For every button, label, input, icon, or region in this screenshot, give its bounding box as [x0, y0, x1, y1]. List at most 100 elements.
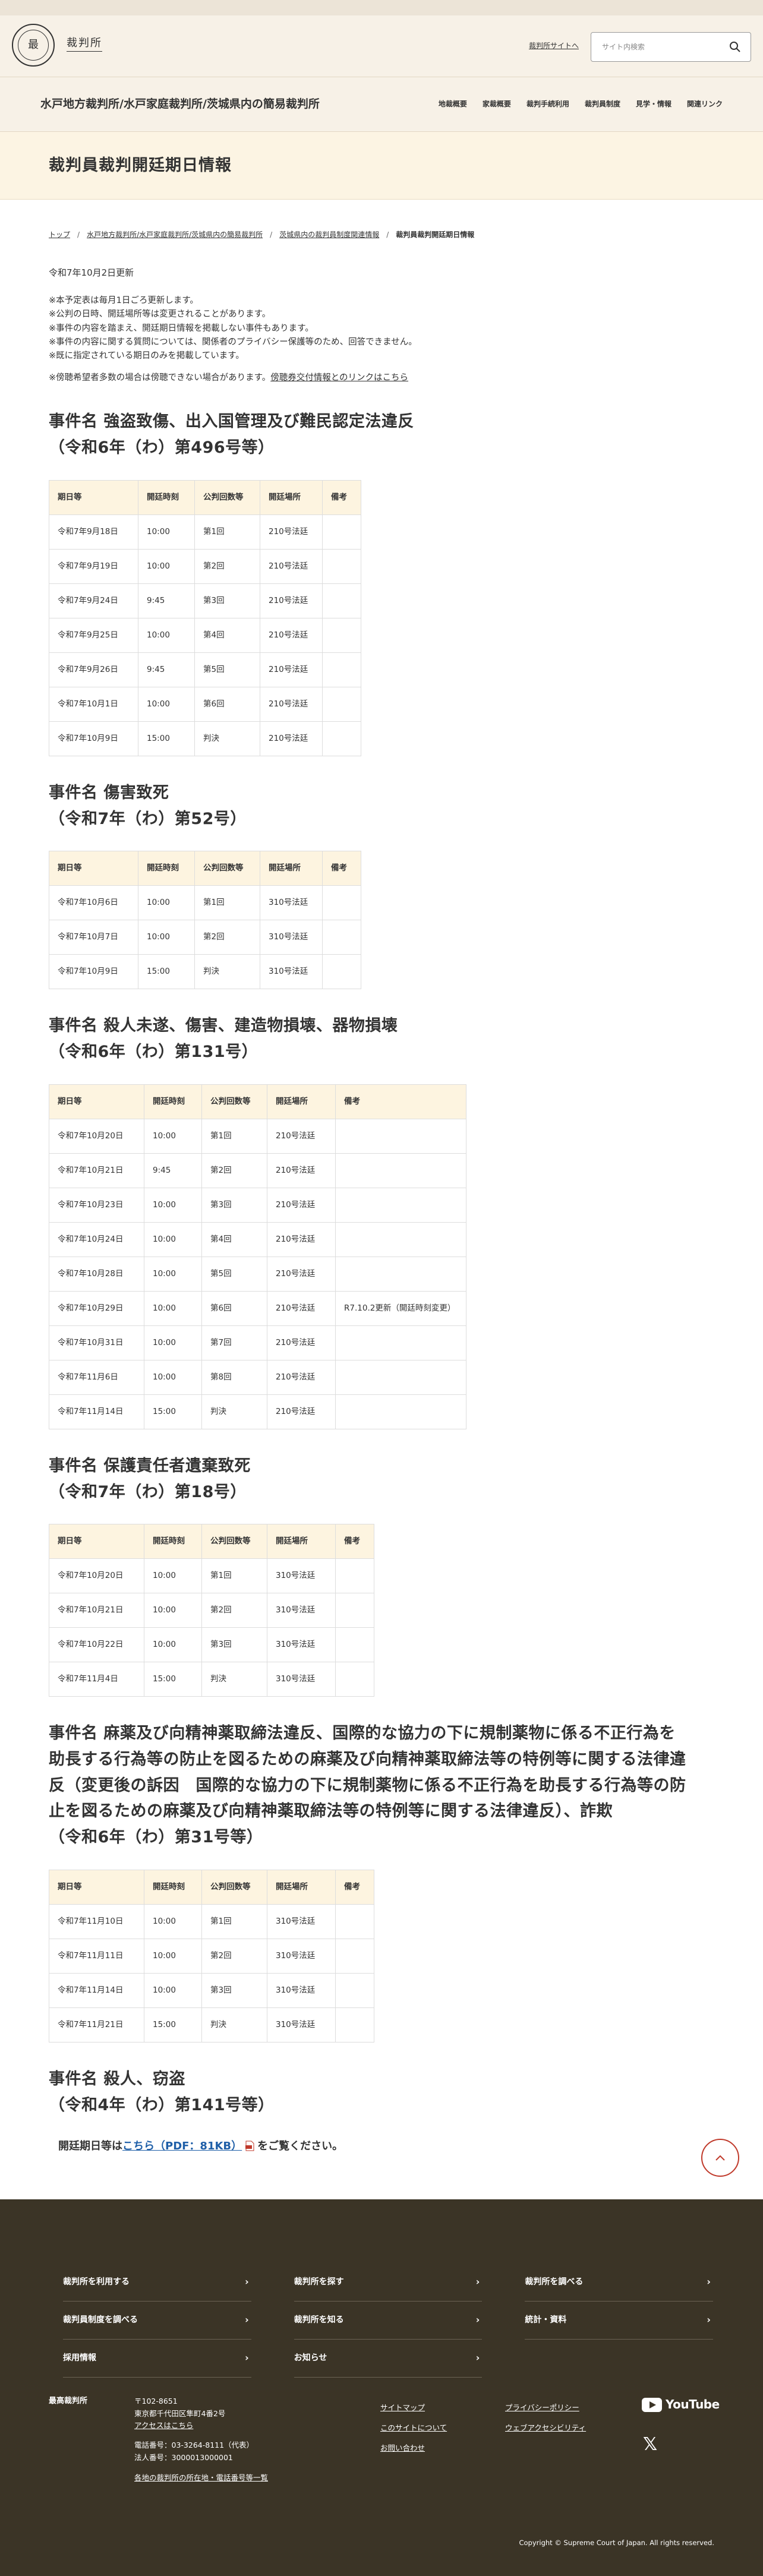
case-title: 事件名 傷害致死 （令和7年（わ）第52号） — [49, 783, 247, 828]
footer-nav-item[interactable]: 裁判員制度を調べる › — [63, 2302, 251, 2340]
table-cell: 判決 — [201, 2007, 267, 2043]
table-cell: 210号法廷 — [267, 1187, 336, 1223]
table-cell: 10:00 — [144, 1558, 202, 1594]
x-icon[interactable]: 𝕏 — [643, 2431, 657, 2459]
accessibility-link[interactable]: ウェブアクセシビリティ — [505, 2418, 586, 2438]
table-cell: 10:00 — [144, 1256, 202, 1292]
court-name[interactable]: 水戸地方裁判所/水戸家庭裁判所/茨城県内の簡易裁判所 — [40, 96, 320, 113]
column-header: 開廷時刻 — [144, 1524, 202, 1560]
nav-item-tours-info[interactable]: 見学・情報 — [636, 99, 671, 110]
table-cell — [335, 1187, 466, 1223]
table-cell: 令和7年11月11日 — [49, 1938, 144, 1974]
table-cell: 第5回 — [201, 1256, 267, 1292]
table-cell — [335, 1903, 374, 1939]
table-cell: 210号法廷 — [260, 652, 323, 687]
table-cell — [335, 1256, 466, 1292]
footer-nav-item[interactable]: 統計・資料 › — [525, 2302, 713, 2340]
table-cell: 令和7年10月31日 — [49, 1325, 144, 1360]
schedule-table: 期日等 開廷時刻 公判回数等 開廷場所 備考 令和7年10月6日 10:00 第1回 310号法… — [49, 851, 361, 990]
youtube-icon — [642, 2397, 662, 2412]
table-cell: 令和7年9月18日 — [49, 514, 138, 550]
table-cell: 第7回 — [201, 1325, 267, 1360]
breadcrumb-court[interactable]: 水戸地方裁判所/水戸家庭裁判所/茨城県内の簡易裁判所 — [87, 229, 263, 259]
access-link[interactable]: アクセスはこちら — [134, 2420, 268, 2432]
table-cell: 10:00 — [144, 1593, 202, 1628]
table-cell: 第3回 — [201, 1187, 267, 1223]
nav-item-procedures[interactable]: 裁判手続利用 — [526, 99, 569, 110]
site-logo-text[interactable]: 裁判所 — [67, 37, 102, 52]
table-cell: 15:00 — [144, 1662, 202, 1697]
search-icon[interactable] — [729, 41, 741, 53]
table-cell: 第1回 — [201, 1118, 267, 1154]
site-footer: 裁判所を利用する › 裁判所を探す › 裁判所を調べる › 裁判員制度を調べる › 裁判… — [0, 2199, 763, 2576]
table-cell: 210号法廷 — [267, 1394, 336, 1429]
footer-nav-item[interactable]: お知らせ › — [294, 2340, 483, 2378]
case-title: 事件名 麻薬及び向精神薬取締法違反、国際的な協力の下に規制薬物に係る不正行為を助… — [49, 1724, 686, 1847]
sitemap-link[interactable]: サイトマップ — [380, 2398, 447, 2418]
schedule-table: 期日等 開廷時刻 公判回数等 開廷場所 備考 令和7年11月10日 10:00 第1回 310号… — [49, 1869, 374, 2043]
footer-nav-item[interactable]: 裁判所を利用する › — [63, 2264, 251, 2302]
nav-item-lay-judge[interactable]: 裁判員制度 — [585, 99, 620, 110]
case-section: 事件名 傷害致死 （令和7年（わ）第52号） 期日等 開廷時刻 公判回数等 開廷場所 備考令… — [49, 780, 727, 990]
notice-list: ※本予定表は毎月1日ごろ更新します。 ※公判の日時、開廷場所等は変更されることが… — [49, 294, 727, 385]
case-title: 事件名 殺人未遂、傷害、建造物損壊、器物損壊 （令和6年（わ）第131号） — [49, 1016, 398, 1062]
column-header: 期日等 — [49, 851, 138, 886]
column-header: 開廷時刻 — [144, 1084, 202, 1119]
table-row: 令和7年10月9日 15:00 判決 310号法廷 — [49, 954, 361, 990]
table-row: 令和7年10月22日 10:00 第3回 310号法廷 — [49, 1627, 374, 1663]
footer-nav-item[interactable]: 裁判所を調べる › — [525, 2264, 713, 2302]
privacy-link[interactable]: プライバシーポリシー — [505, 2398, 586, 2418]
table-cell — [322, 548, 361, 584]
court-seal-logo[interactable]: 最 — [12, 24, 55, 67]
table-cell: 令和7年10月23日 — [49, 1187, 144, 1223]
table-cell: 210号法廷 — [260, 686, 323, 722]
footer-nav-item[interactable]: 裁判所を知る › — [294, 2302, 483, 2340]
footer-nav: 裁判所を利用する › 裁判所を探す › 裁判所を調べる › 裁判員制度を調べる › 裁判… — [63, 2264, 713, 2378]
pdf-link[interactable]: こちら（PDF：81KB） — [122, 2140, 242, 2152]
nav-item-district-overview[interactable]: 地裁概要 — [439, 99, 467, 110]
court-navbar: 水戸地方裁判所/水戸家庭裁判所/茨城県内の簡易裁判所 地裁概要 家裁概要 裁判手… — [0, 77, 763, 132]
footer-links-col2: プライバシーポリシー ウェブアクセシビリティ — [505, 2398, 586, 2438]
table-cell: 210号法廷 — [267, 1359, 336, 1395]
notice-item: ※公判の日時、開廷場所等は変更されることがあります。 — [49, 310, 271, 320]
table-cell: 10:00 — [144, 1325, 202, 1360]
chevron-right-icon: › — [475, 2314, 480, 2326]
nav-item-family-overview[interactable]: 家裁概要 — [483, 99, 511, 110]
table-cell: 令和7年10月24日 — [49, 1221, 144, 1257]
table-row: 令和7年11月21日 15:00 判決 310号法廷 — [49, 2007, 374, 2043]
table-cell — [322, 920, 361, 955]
court-list-link[interactable]: 各地の裁判所の所在地・電話番号等一覧 — [134, 2472, 268, 2485]
footer-nav-item[interactable]: 裁判所を探す › — [294, 2264, 483, 2302]
court-site-link[interactable]: 裁判所サイトへ — [529, 40, 579, 52]
table-cell: 10:00 — [144, 1903, 202, 1939]
breadcrumb-laysystem[interactable]: 茨城県内の裁判員制度関連情報 — [279, 229, 379, 259]
table-header-row: 期日等 開廷時刻 公判回数等 開廷場所 備考 — [49, 479, 361, 515]
table-header-row: 期日等 開廷時刻 公判回数等 開廷場所 備考 — [49, 1084, 466, 1119]
search-input[interactable]: サイト内検索 — [591, 32, 751, 62]
table-row: 令和7年10月21日 10:00 第2回 310号法廷 — [49, 1593, 374, 1628]
table-row: 令和7年11月10日 10:00 第1回 310号法廷 — [49, 1903, 374, 1939]
table-cell: 10:00 — [138, 548, 195, 584]
nav-item-related-links[interactable]: 関連リンク — [687, 99, 723, 110]
about-link[interactable]: このサイトについて — [380, 2418, 447, 2438]
case-title: 事件名 強盗致傷、出入国管理及び難民認定法違反 （令和6年（わ）第496号等） — [49, 412, 414, 457]
notice-item: ※事件の内容を踏まえ、開廷期日情報を掲載しない事件もあります。 — [49, 323, 314, 333]
footer-nav-item[interactable]: 採用情報 › — [63, 2340, 251, 2378]
contact-link[interactable]: お問い合わせ — [380, 2438, 447, 2458]
table-cell — [322, 617, 361, 653]
table-cell: 310号法廷 — [267, 1558, 336, 1594]
back-to-top-button[interactable] — [701, 2139, 739, 2177]
table-cell — [335, 1662, 374, 1697]
column-header: 備考 — [335, 1524, 374, 1560]
lottery-link[interactable]: 傍聴券交付情報とのリンクはこちら — [270, 373, 408, 383]
table-cell — [335, 1558, 374, 1594]
table-cell: 第2回 — [194, 548, 260, 584]
column-header: 期日等 — [49, 479, 138, 515]
case-title: 事件名 殺人、窃盗 （令和4年（わ）第141号等） — [49, 2069, 275, 2114]
youtube-link[interactable]: YouTube — [642, 2395, 720, 2414]
table-cell: 10:00 — [138, 920, 195, 955]
table-cell: 判決 — [194, 721, 260, 756]
table-row: 令和7年9月25日 10:00 第4回 210号法廷 — [49, 617, 361, 653]
breadcrumb-top[interactable]: トップ — [49, 229, 70, 259]
table-cell: 令和7年10月29日 — [49, 1290, 144, 1326]
